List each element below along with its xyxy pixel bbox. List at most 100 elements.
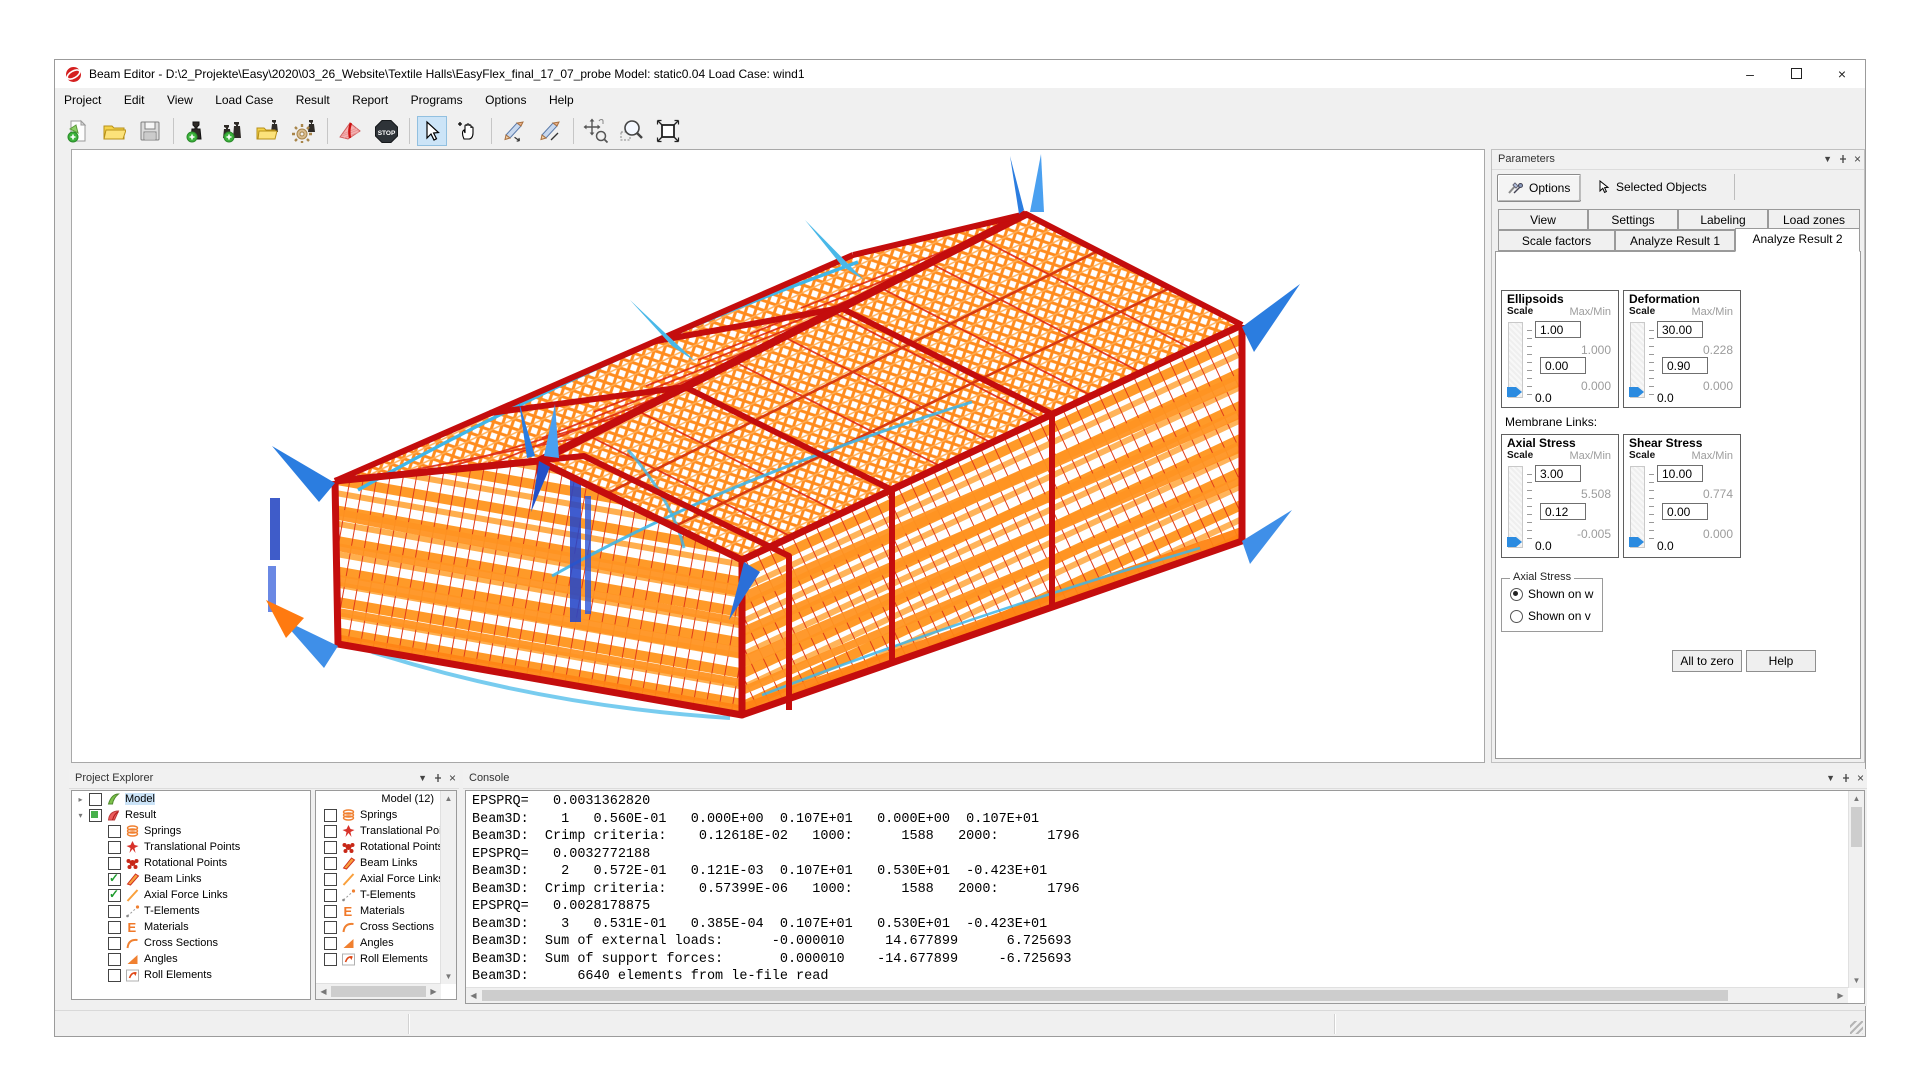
ellipsoids-max-input[interactable]: 1.00 (1535, 321, 1581, 338)
pin-icon[interactable] (1838, 154, 1848, 164)
panel-dropdown-icon[interactable]: ▼ (418, 773, 427, 783)
pin-icon[interactable] (433, 773, 443, 783)
console-hscrollbar[interactable]: ◀ ▶ (466, 987, 1848, 1003)
tree-item-model[interactable]: ▸ Model (72, 791, 310, 807)
panel-close-icon[interactable]: × (1854, 152, 1861, 166)
pan-hand-button[interactable] (453, 116, 483, 146)
console-vscrollbar[interactable]: ▲ ▼ (1848, 791, 1864, 988)
tree-item-result[interactable]: ▾ Result (72, 807, 310, 823)
list-item-angles[interactable]: Angles (316, 935, 456, 951)
console-title-bar[interactable]: Console ▼ × (463, 769, 1867, 789)
parameters-title-bar[interactable]: Parameters ▼ × (1492, 150, 1864, 170)
subtab-scale-factors[interactable]: Scale factors (1498, 230, 1615, 251)
deformation-min-input[interactable]: 0.90 (1662, 357, 1708, 374)
model-list-vscrollbar[interactable]: ▲ ▼ (440, 791, 456, 984)
maximize-button[interactable] (1773, 60, 1819, 88)
model-checkbox[interactable] (89, 793, 102, 806)
tree-item-t-elements[interactable]: T-Elements (72, 903, 310, 919)
open-project-button[interactable] (99, 116, 129, 146)
subtab-view[interactable]: View (1498, 209, 1588, 230)
expand-icon[interactable]: ▸ (76, 795, 85, 804)
list-item-materials[interactable]: Materials (316, 903, 456, 919)
slider-arrow-icon[interactable] (1507, 537, 1522, 547)
save-button[interactable] (135, 116, 165, 146)
tree-item-angles[interactable]: Angles (72, 951, 310, 967)
panel-dropdown-icon[interactable]: ▼ (1823, 154, 1832, 164)
radio-shown-on-w[interactable]: Shown on w (1510, 587, 1593, 601)
slider-arrow-icon[interactable] (1629, 537, 1644, 547)
menu-view[interactable]: View (158, 89, 202, 107)
list-item-translational-points[interactable]: Translational Points (316, 823, 456, 839)
open-load-case-button[interactable] (253, 116, 283, 146)
minimize-button[interactable]: – (1727, 60, 1773, 88)
draw-beam-link-button[interactable] (499, 116, 529, 146)
add-load-cases-button[interactable] (217, 116, 247, 146)
model-list-hscrollbar[interactable]: ◀ ▶ (316, 983, 441, 999)
add-load-case-button[interactable] (181, 116, 211, 146)
load-case-settings-button[interactable] (289, 116, 319, 146)
panel-dropdown-icon[interactable]: ▼ (1826, 773, 1835, 783)
radio-shown-on-v[interactable]: Shown on v (1510, 609, 1591, 623)
stop-button[interactable]: STOP (371, 116, 401, 146)
collapse-icon[interactable]: ▾ (76, 811, 85, 820)
list-item-t-elements[interactable]: T-Elements (316, 887, 456, 903)
subtab-load-zones[interactable]: Load zones (1768, 209, 1860, 230)
list-item-roll-elements[interactable]: Roll Elements (316, 951, 456, 967)
select-cursor-button[interactable] (417, 116, 447, 146)
shear-stress-slider[interactable] (1630, 466, 1645, 548)
menu-load-case[interactable]: Load Case (206, 89, 282, 107)
help-button[interactable]: Help (1746, 650, 1816, 672)
shear-stress-max-input[interactable]: 10.00 (1657, 465, 1703, 482)
menu-help[interactable]: Help (540, 89, 583, 107)
pin-icon[interactable] (1841, 773, 1851, 783)
menu-result[interactable]: Result (287, 89, 339, 107)
draw-axial-link-button[interactable] (535, 116, 565, 146)
model-viewport[interactable] (71, 149, 1485, 763)
tab-selected-objects[interactable]: Selected Objects (1588, 174, 1717, 200)
menu-project[interactable]: Project (55, 89, 110, 107)
view-navigation-button[interactable] (581, 116, 611, 146)
subtab-settings[interactable]: Settings (1588, 209, 1678, 230)
all-to-zero-button[interactable]: All to zero (1672, 650, 1742, 672)
axial-stress-max-input[interactable]: 3.00 (1535, 465, 1581, 482)
subtab-analyze-result-2[interactable]: Analyze Result 2 (1735, 228, 1860, 252)
deformation-max-input[interactable]: 30.00 (1657, 321, 1703, 338)
list-item-cross-sections[interactable]: Cross Sections (316, 919, 456, 935)
project-explorer-title-bar[interactable]: Project Explorer ▼ × (69, 769, 459, 789)
panel-close-icon[interactable]: × (449, 771, 456, 785)
tree-item-cross-sections[interactable]: Cross Sections (72, 935, 310, 951)
tree-item-springs[interactable]: Springs (72, 823, 310, 839)
console-output[interactable]: EPSPRQ= 0.0031362820 Beam3D: 1 0.560E-01… (465, 790, 1865, 1004)
list-item-beam-links[interactable]: Beam Links (316, 855, 456, 871)
menu-edit[interactable]: Edit (115, 89, 154, 107)
menu-options[interactable]: Options (476, 89, 535, 107)
zoom-window-button[interactable] (617, 116, 647, 146)
axial-stress-min-input[interactable]: 0.12 (1540, 503, 1586, 520)
zoom-extents-button[interactable] (653, 116, 683, 146)
tab-options[interactable]: Options (1497, 174, 1581, 202)
tree-item-roll-elements[interactable]: Roll Elements (72, 967, 310, 983)
list-item-axial-force-links[interactable]: Axial Force Links (316, 871, 456, 887)
slider-arrow-icon[interactable] (1507, 387, 1522, 397)
resize-grip[interactable] (1850, 1021, 1863, 1034)
tree-item-beam-links[interactable]: Beam Links (72, 871, 310, 887)
tree-item-rotational-points[interactable]: Rotational Points (72, 855, 310, 871)
menu-report[interactable]: Report (343, 89, 397, 107)
menu-programs[interactable]: Programs (402, 89, 472, 107)
membrane-result-button[interactable] (335, 116, 365, 146)
result-checkbox[interactable] (89, 809, 102, 822)
subtab-analyze-result-1[interactable]: Analyze Result 1 (1615, 230, 1735, 251)
slider-arrow-icon[interactable] (1629, 387, 1644, 397)
ellipsoids-min-input[interactable]: 0.00 (1540, 357, 1586, 374)
tree-item-materials[interactable]: Materials (72, 919, 310, 935)
subtab-labeling[interactable]: Labeling (1678, 209, 1768, 230)
panel-close-icon[interactable]: × (1857, 771, 1864, 785)
shear-stress-min-input[interactable]: 0.00 (1662, 503, 1708, 520)
tree-item-translational-points[interactable]: Translational Points (72, 839, 310, 855)
axial-stress-slider[interactable] (1508, 466, 1523, 548)
new-project-button[interactable] (63, 116, 93, 146)
tree-item-axial-force-links[interactable]: Axial Force Links (72, 887, 310, 903)
list-item-rotational-points[interactable]: Rotational Points (316, 839, 456, 855)
close-button[interactable]: × (1819, 60, 1865, 88)
list-item-springs[interactable]: Springs (316, 807, 456, 823)
